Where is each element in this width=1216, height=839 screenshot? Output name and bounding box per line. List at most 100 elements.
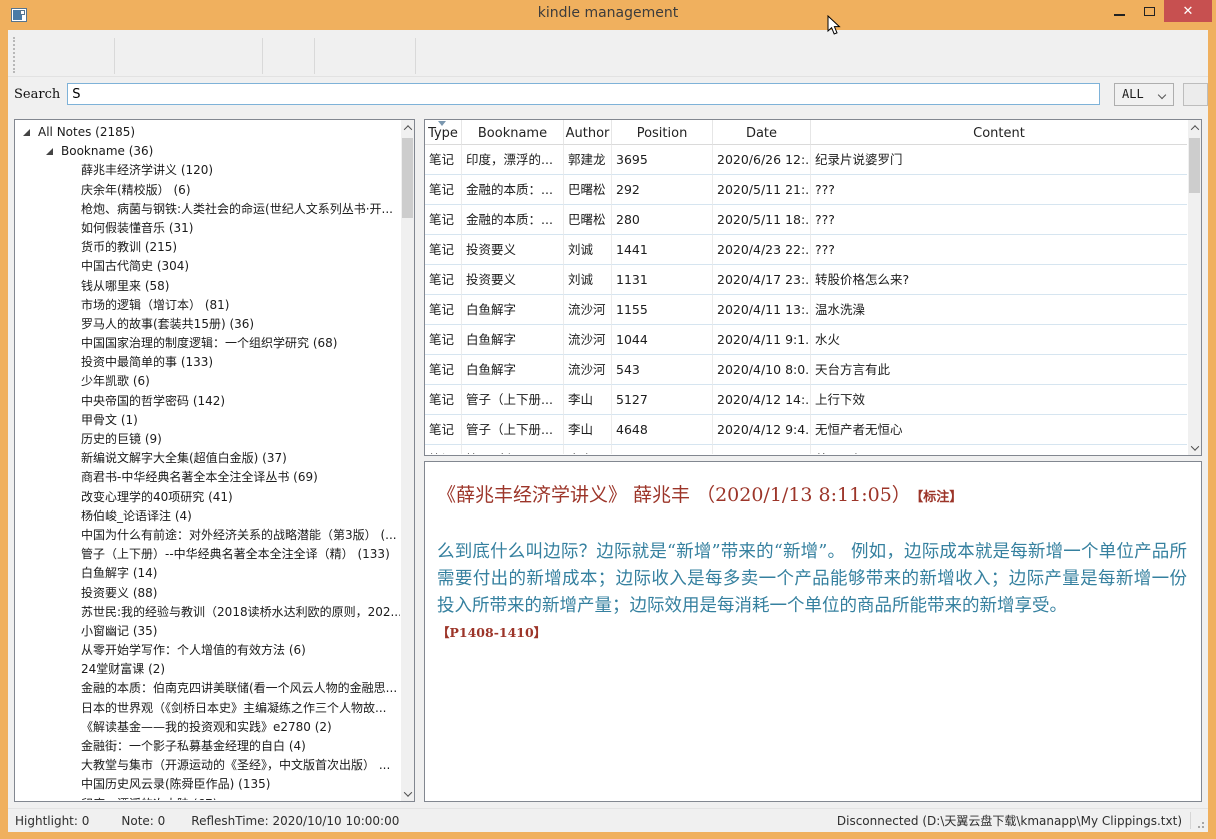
expand-arrow-icon[interactable] [23,129,30,136]
close-icon: ✕ [1183,4,1194,19]
cell-position: 4648 [612,415,713,445]
tree-item-book[interactable]: 薛兆丰经济学讲义 (120) [15,161,400,180]
cell-date: 2020/4/12 9:4... [713,415,811,445]
tree-item-book[interactable]: 中国古代简史 (304) [15,257,400,276]
tree-item-book[interactable]: 日本的世界观（《剑桥日本史》主编凝练之作三个人物故... [15,699,400,718]
tree-item-book[interactable]: 甲骨文 (1) [15,411,400,430]
cell-position: 1131 [612,265,713,295]
minimize-button[interactable] [1104,0,1134,22]
table-row[interactable]: 笔记投资要义刘诚11312020/4/17 23:...转股价格怎么来? [425,265,1187,295]
tree-item-book[interactable]: 中国为什么有前途：对外经济关系的战略潜能（第3版） (... [15,526,400,545]
tree-item-book[interactable]: 小窗幽记 (35) [15,622,400,641]
cell-date: 2020/4/10 8:0... [713,355,811,385]
sort-indicator-icon[interactable] [438,121,446,126]
tree-item-book[interactable]: 钱从哪里来 (58) [15,277,400,296]
notes-table-panel: Type Bookname Author Position Date Conte… [424,119,1202,456]
tree-item-book[interactable]: 商君书-中华经典名著全本全注全译丛书 (69) [15,468,400,487]
cell-content: 转股价格怎么来? [811,265,1187,295]
table-scrollbar[interactable] [1188,120,1201,455]
tree-scrollbar[interactable] [401,120,414,801]
cell-type: 笔记 [425,355,462,385]
scroll-up-icon[interactable] [401,120,414,135]
toolbar-separator [415,38,416,74]
cell-type: 笔记 [425,325,462,355]
column-header-content[interactable]: Content [811,120,1187,145]
tree-item-all-notes[interactable]: All Notes (2185) [15,123,400,142]
cell-position: 543 [612,355,713,385]
table-row[interactable]: 笔记管子（上下册...李山46482020/4/12 9:4...无恒产者无恒心 [425,415,1187,445]
tree-item-book[interactable]: 金融街：一个影子私募基金经理的自白 (4) [15,737,400,756]
table-row[interactable]: 笔记白鱼解字流沙河10442020/4/11 9:1...水火 [425,325,1187,355]
tree-item-book[interactable]: 大教堂与集市（开源运动的《圣经》，中文版首次出版） ... [15,756,400,775]
cell-bookname: 投资要义 [462,265,564,295]
table-row[interactable]: 笔记金融的本质：...巴曙松2922020/5/11 21:...??? [425,175,1187,205]
table-row[interactable]: 笔记印度，漂浮的...郭建龙36952020/6/26 12:...纪录片说婆罗… [425,145,1187,175]
table-row[interactable]: 笔记白鱼解字流沙河11552020/4/11 13:...温水洗澡 [425,295,1187,325]
tree-item-book[interactable]: 少年凯歌 (6) [15,372,400,391]
resize-grip[interactable] [1194,809,1206,832]
scroll-down-icon[interactable] [1188,440,1201,455]
book-tree: All Notes (2185) Bookname (36) 薛兆丰经济学讲义 … [15,123,400,800]
close-button[interactable]: ✕ [1164,0,1212,22]
table-row[interactable]: 笔记管子（上下册...李山45772020/4/12 9:4...养民思想 [425,445,1187,454]
tree-item-book[interactable]: 苏世民:我的经验与教训（2018读桥水达利欧的原则，202... [15,603,400,622]
tree-item-book[interactable]: 改变心理学的40项研究 (41) [15,488,400,507]
tree-item-book[interactable]: 罗马人的故事(套装共15册) (36) [15,315,400,334]
tree-item-bookname[interactable]: Bookname (36) [15,142,400,161]
status-separator [1190,812,1191,829]
cell-author: 刘诚 [564,265,612,295]
note-source: 《薛兆丰经济学讲义》 薛兆丰 （2020/1/13 8:11:05） [437,484,911,506]
scroll-down-icon[interactable] [401,786,414,801]
tree-item-book[interactable]: 庆余年(精校版） (6) [15,181,400,200]
tree-item-book[interactable]: 新编说文解字大全集(超值白金版) (37) [15,449,400,468]
maximize-button[interactable] [1134,0,1164,22]
cell-type: 笔记 [425,415,462,445]
table-scrollbar-thumb[interactable] [1189,138,1200,193]
tree-item-book[interactable]: 投资中最简单的事 (133) [15,353,400,372]
tree-item-book[interactable]: 从零开始学写作：个人增值的有效方法 (6) [15,641,400,660]
chevron-down-icon [1158,90,1166,98]
tree-item-label: Bookname (36) [61,142,153,161]
column-header-author[interactable]: Author [564,120,612,145]
cell-bookname: 管子（上下册... [462,385,564,415]
tree-item-book[interactable]: 枪炮、病菌与钢铁:人类社会的命运(世纪人文系列丛书·开... [15,200,400,219]
cell-bookname: 白鱼解字 [462,295,564,325]
column-header-bookname[interactable]: Bookname [462,120,564,145]
tree-item-book[interactable]: 中国历史风云录(陈舜臣作品) (135) [15,775,400,794]
tree-item-book[interactable]: 金融的本质：伯南克四讲美联储(看一个风云人物的金融思... [15,679,400,698]
table-row[interactable]: 笔记白鱼解字流沙河5432020/4/10 8:0...天台方言有此 [425,355,1187,385]
expand-arrow-icon[interactable] [46,148,53,155]
cell-content: ??? [811,205,1187,235]
tree-item-book[interactable]: 白鱼解字 (14) [15,564,400,583]
cell-position: 292 [612,175,713,205]
tree-item-book[interactable]: 杨伯峻_论语译注 (4) [15,507,400,526]
scroll-up-icon[interactable] [1188,120,1201,135]
cell-date: 2020/4/17 23:... [713,265,811,295]
tree-item-book[interactable]: 如何假装懂音乐 (31) [15,219,400,238]
tree-item-book[interactable]: 货币的教训 (215) [15,238,400,257]
filter-dropdown[interactable]: ALL [1114,83,1174,106]
table-row[interactable]: 笔记投资要义刘诚14412020/4/23 22:...??? [425,235,1187,265]
search-input[interactable] [67,83,1100,105]
tree-item-book[interactable]: 印度，漂浮的次大陆 (67) [15,795,400,800]
tree-item-book[interactable]: 管子（上下册）--中华经典名著全本全注全译（精） (133) [15,545,400,564]
table-row[interactable]: 笔记金融的本质：...巴曙松2802020/5/11 18:...??? [425,205,1187,235]
tree-item-book[interactable]: 市场的逻辑（增订本） (81) [15,296,400,315]
table-row[interactable]: 笔记管子（上下册...李山51272020/4/12 14:...上行下效 [425,385,1187,415]
tree-scrollbar-thumb[interactable] [402,138,413,218]
filter-dropdown-value: ALL [1122,87,1144,101]
tree-item-book[interactable]: 中央帝国的哲学密码 (142) [15,392,400,411]
tree-item-book[interactable]: 中国国家治理的制度逻辑：一个组织学研究 (68) [15,334,400,353]
toolbar [8,30,1208,77]
cell-date: 2020/6/26 12:... [713,145,811,175]
tree-item-book[interactable]: 投资要义 (88) [15,584,400,603]
tree-item-book[interactable]: 《解读基金——我的投资观和实践》e2780 (2) [15,718,400,737]
toolbar-grip-handle[interactable] [13,37,15,73]
search-button[interactable] [1183,83,1208,106]
column-header-position[interactable]: Position [612,120,713,145]
column-header-date[interactable]: Date [713,120,811,145]
tree-item-book[interactable]: 24堂财富课 (2) [15,660,400,679]
cell-position: 1044 [612,325,713,355]
tree-item-book[interactable]: 历史的巨镜 (9) [15,430,400,449]
cell-date: 2020/4/11 9:1... [713,325,811,355]
